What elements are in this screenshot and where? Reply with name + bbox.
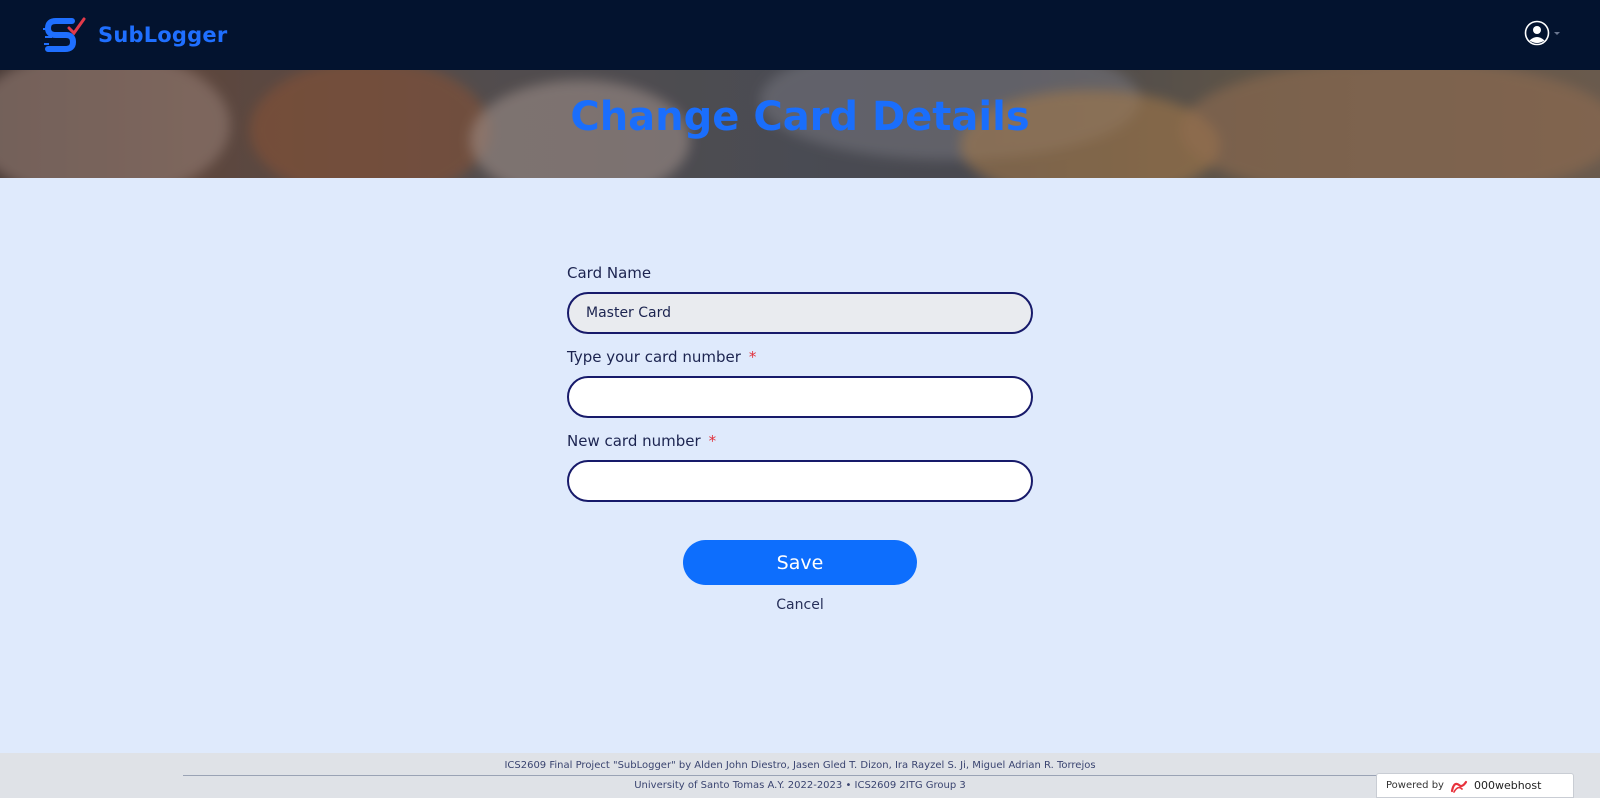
card-name-label: Card Name [567,264,652,282]
hero-banner: Change Card Details [0,70,1600,178]
webhost-logo-icon [1450,780,1468,793]
required-marker: * [748,348,757,366]
new-card-number-field[interactable] [567,460,1033,502]
cancel-link[interactable]: Cancel [700,597,900,613]
brand-name: SubLogger [98,23,228,47]
current-card-number-label: Type your card number * [567,348,757,366]
footer-university: University of Santo Tomas A.Y. 2022-2023… [634,780,966,791]
page-title: Change Card Details [570,94,1030,140]
sublogger-logo-icon [43,17,86,52]
current-card-number-field[interactable] [567,376,1033,418]
new-card-number-label: New card number * [567,432,717,450]
footer: ICS2609 Final Project "SubLogger" by Ald… [0,753,1600,798]
user-circle-icon [1524,20,1550,46]
footer-credits: ICS2609 Final Project "SubLogger" by Ald… [504,760,1096,771]
navbar: SubLogger [0,0,1600,70]
webhost-name: 000webhost [1473,779,1542,792]
card-name-field[interactable] [567,292,1033,334]
powered-by-label: Powered by [1386,780,1444,791]
powered-by-badge[interactable]: Powered by 000webhost [1376,773,1574,798]
save-button[interactable]: Save [683,540,917,585]
profile-dropdown[interactable] [1524,20,1560,46]
brand-link[interactable]: SubLogger [42,15,227,55]
chevron-down-icon [1554,31,1560,35]
required-marker: * [708,432,717,450]
footer-divider [183,775,1417,776]
change-card-form: Card Name Type your card number* New car… [567,262,1033,502]
